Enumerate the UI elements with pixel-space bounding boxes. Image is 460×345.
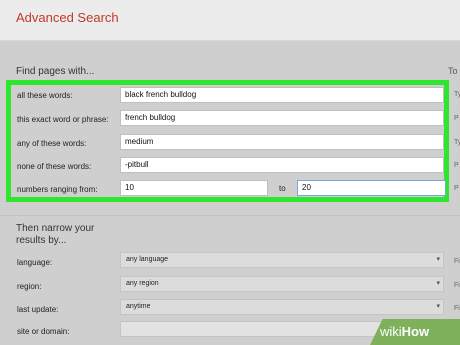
last-update-hint: Fi xyxy=(454,305,460,312)
any-words-label: any of these words: xyxy=(17,139,87,148)
language-select[interactable]: any language ▾ xyxy=(120,252,444,268)
page-title: Advanced Search xyxy=(16,10,119,25)
all-words-label: all these words: xyxy=(17,91,73,100)
site-domain-label: site or domain: xyxy=(17,327,70,336)
last-update-label: last update: xyxy=(17,305,59,314)
watermark-wiki: wiki xyxy=(380,324,402,339)
all-words-hint: Ty xyxy=(454,91,460,98)
right-hint: To do xyxy=(448,66,460,76)
wikihow-watermark: wikiHow xyxy=(370,319,460,345)
region-select[interactable]: any region ▾ xyxy=(120,276,444,292)
last-update-select[interactable]: anytime ▾ xyxy=(120,299,444,315)
numbers-range-label: numbers ranging from: xyxy=(17,185,98,194)
region-value: any region xyxy=(126,280,159,287)
to-label: to xyxy=(279,184,286,193)
none-words-input[interactable]: -pitbull xyxy=(120,157,444,173)
header-bar: Advanced Search xyxy=(0,0,460,41)
exact-phrase-label: this exact word or phrase: xyxy=(17,115,109,124)
section-divider xyxy=(0,215,460,216)
chevron-down-icon: ▾ xyxy=(436,256,440,263)
all-words-input[interactable]: black french bulldog xyxy=(120,87,444,103)
numbers-range-hint: P xyxy=(454,185,459,192)
region-label: region: xyxy=(17,282,42,291)
region-hint: Fi xyxy=(454,282,460,289)
chevron-down-icon: ▾ xyxy=(436,280,440,287)
none-words-hint: P xyxy=(454,162,459,169)
exact-phrase-hint: P xyxy=(454,115,459,122)
any-words-input[interactable]: medium xyxy=(120,134,444,150)
last-update-value: anytime xyxy=(126,303,151,310)
none-words-label: none of these words: xyxy=(17,162,92,171)
language-hint: Fi xyxy=(454,258,460,265)
any-words-hint: Ty xyxy=(454,139,460,146)
language-label: language: xyxy=(17,258,53,267)
exact-phrase-input[interactable]: french bulldog xyxy=(120,110,444,126)
number-to-input[interactable]: 20 xyxy=(297,180,446,196)
language-value: any language xyxy=(126,256,169,263)
narrow-results-heading: Then narrow your results by... xyxy=(16,223,95,246)
chevron-down-icon: ▾ xyxy=(436,303,440,310)
find-pages-heading: Find pages with... xyxy=(16,66,95,77)
watermark-how: How xyxy=(401,324,430,339)
number-from-input[interactable]: 10 xyxy=(120,180,268,196)
